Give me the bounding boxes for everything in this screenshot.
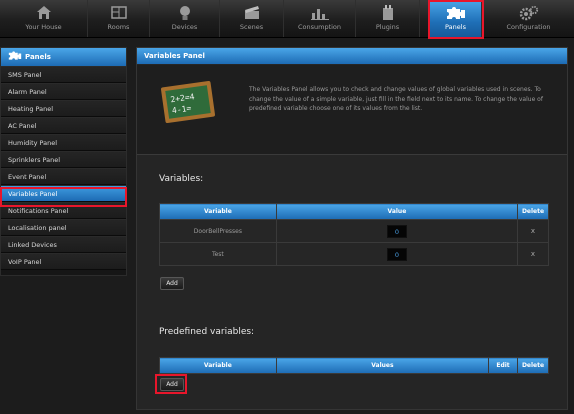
nav-scenes[interactable]: Scenes bbox=[220, 0, 284, 37]
add-variable-button[interactable]: Add bbox=[160, 277, 184, 290]
nav-devices[interactable]: Devices bbox=[150, 0, 220, 37]
puzzle-icon bbox=[430, 5, 481, 22]
delete-cell: x bbox=[517, 242, 549, 266]
nav-label: Plugins bbox=[375, 23, 400, 31]
sidebar-item-label: Humidity Panel bbox=[8, 139, 58, 147]
column-header-delete: Delete bbox=[517, 357, 549, 374]
predefined-variables-heading: Predefined variables: bbox=[159, 327, 255, 337]
gears-icon bbox=[483, 5, 574, 22]
variable-name: Test bbox=[159, 242, 277, 266]
column-header-delete: Delete bbox=[517, 203, 549, 220]
sidebar-item-label: Notifications Panel bbox=[8, 207, 69, 215]
value-input[interactable]: 0 bbox=[386, 247, 407, 261]
delete-button[interactable]: x bbox=[531, 227, 535, 235]
intro-section: 2+2=4 4-1= The Variables Panel allows yo… bbox=[137, 65, 567, 155]
puzzle-icon bbox=[8, 50, 22, 65]
sidebar-item-linked-devices[interactable]: Linked Devices bbox=[1, 236, 126, 253]
sidebar: Panels SMS Panel Alarm Panel Heating Pan… bbox=[0, 47, 127, 276]
delete-cell: x bbox=[517, 219, 549, 243]
sidebar-item-label: Event Panel bbox=[8, 173, 47, 181]
nav-label: Scenes bbox=[239, 23, 264, 31]
sidebar-item-ac-panel[interactable]: AC Panel bbox=[1, 117, 126, 134]
nav-label: Devices bbox=[171, 23, 198, 31]
delete-button[interactable]: x bbox=[531, 250, 535, 258]
predefined-variables-table: Variable Values Edit Delete bbox=[159, 357, 549, 374]
sidebar-item-alarm-panel[interactable]: Alarm Panel bbox=[1, 83, 126, 100]
column-header-value: Value bbox=[275, 203, 519, 220]
sidebar-item-localisation-panel[interactable]: Localisation panel bbox=[1, 219, 126, 236]
nav-panels[interactable]: Panels bbox=[430, 0, 482, 37]
chart-icon bbox=[284, 5, 355, 22]
nav-consumption[interactable]: Consumption bbox=[284, 0, 356, 37]
sidebar-item-humidity-panel[interactable]: Humidity Panel bbox=[1, 134, 126, 151]
sidebar-item-label: Sprinklers Panel bbox=[8, 156, 61, 164]
sidebar-item-variables-panel[interactable]: Variables Panel bbox=[1, 185, 126, 202]
top-navigation-bar: Your House Rooms Devices Scenes Consumpt… bbox=[0, 0, 574, 38]
sidebar-item-label: AC Panel bbox=[8, 122, 37, 130]
sidebar-item-label: Alarm Panel bbox=[8, 88, 47, 96]
intro-text: The Variables Panel allows you to check … bbox=[249, 86, 543, 112]
panel-header: Variables Panel bbox=[137, 48, 567, 64]
value-cell: 0 bbox=[275, 219, 519, 243]
house-icon bbox=[0, 5, 87, 22]
sidebar-item-notifications-panel[interactable]: Notifications Panel bbox=[1, 202, 126, 219]
column-header-variable: Variable bbox=[159, 357, 277, 374]
sidebar-item-sms-panel[interactable]: SMS Panel bbox=[1, 66, 126, 83]
table-header-row: Variable Values Edit Delete bbox=[159, 357, 549, 374]
sidebar-item-label: Localisation panel bbox=[8, 224, 67, 232]
value-input[interactable]: 0 bbox=[386, 224, 407, 238]
value-cell: 0 bbox=[275, 242, 519, 266]
nav-label: Panels bbox=[445, 23, 466, 31]
table-header-row: Variable Value Delete bbox=[159, 203, 549, 220]
sidebar-item-label: SMS Panel bbox=[8, 71, 42, 79]
nav-plugins[interactable]: Plugins bbox=[356, 0, 420, 37]
nav-label: Configuration bbox=[506, 23, 551, 31]
nav-label: Rooms bbox=[107, 23, 130, 31]
chalkboard-icon: 2+2=4 4-1= bbox=[157, 78, 219, 126]
sidebar-header: Panels bbox=[1, 48, 126, 66]
clapper-icon bbox=[220, 5, 283, 22]
variables-heading: Variables: bbox=[159, 174, 204, 184]
sidebar-title: Panels bbox=[25, 53, 51, 61]
plugin-icon bbox=[356, 5, 419, 22]
column-header-variable: Variable bbox=[159, 203, 277, 220]
bulb-icon bbox=[150, 5, 219, 22]
table-row: Test 0 x bbox=[159, 242, 549, 266]
nav-label: Your House bbox=[25, 23, 62, 31]
nav-your-house[interactable]: Your House bbox=[0, 0, 88, 37]
nav-configuration[interactable]: Configuration bbox=[483, 0, 574, 37]
column-header-values: Values bbox=[275, 357, 490, 374]
column-header-edit: Edit bbox=[488, 357, 518, 374]
sidebar-item-label: VoIP Panel bbox=[8, 258, 42, 266]
nav-label: Consumption bbox=[297, 23, 342, 31]
table-row: DoorBellPresses 0 x bbox=[159, 219, 549, 243]
variables-panel: Variables Panel 2+2=4 4-1= The Variables… bbox=[136, 47, 568, 410]
sidebar-item-label: Variables Panel bbox=[8, 190, 58, 198]
sidebar-item-sprinklers-panel[interactable]: Sprinklers Panel bbox=[1, 151, 126, 168]
sidebar-item-heating-panel[interactable]: Heating Panel bbox=[1, 100, 126, 117]
sidebar-item-label: Heating Panel bbox=[8, 105, 54, 113]
sidebar-item-voip-panel[interactable]: VoIP Panel bbox=[1, 253, 126, 270]
sidebar-item-label: Linked Devices bbox=[8, 241, 57, 249]
variable-name: DoorBellPresses bbox=[159, 219, 277, 243]
variables-table: Variable Value Delete DoorBellPresses 0 … bbox=[159, 203, 549, 266]
panel-title: Variables Panel bbox=[144, 52, 205, 60]
sidebar-item-event-panel[interactable]: Event Panel bbox=[1, 168, 126, 185]
add-predefined-variable-button[interactable]: Add bbox=[160, 378, 184, 391]
nav-rooms[interactable]: Rooms bbox=[88, 0, 150, 37]
rooms-icon bbox=[88, 5, 149, 22]
